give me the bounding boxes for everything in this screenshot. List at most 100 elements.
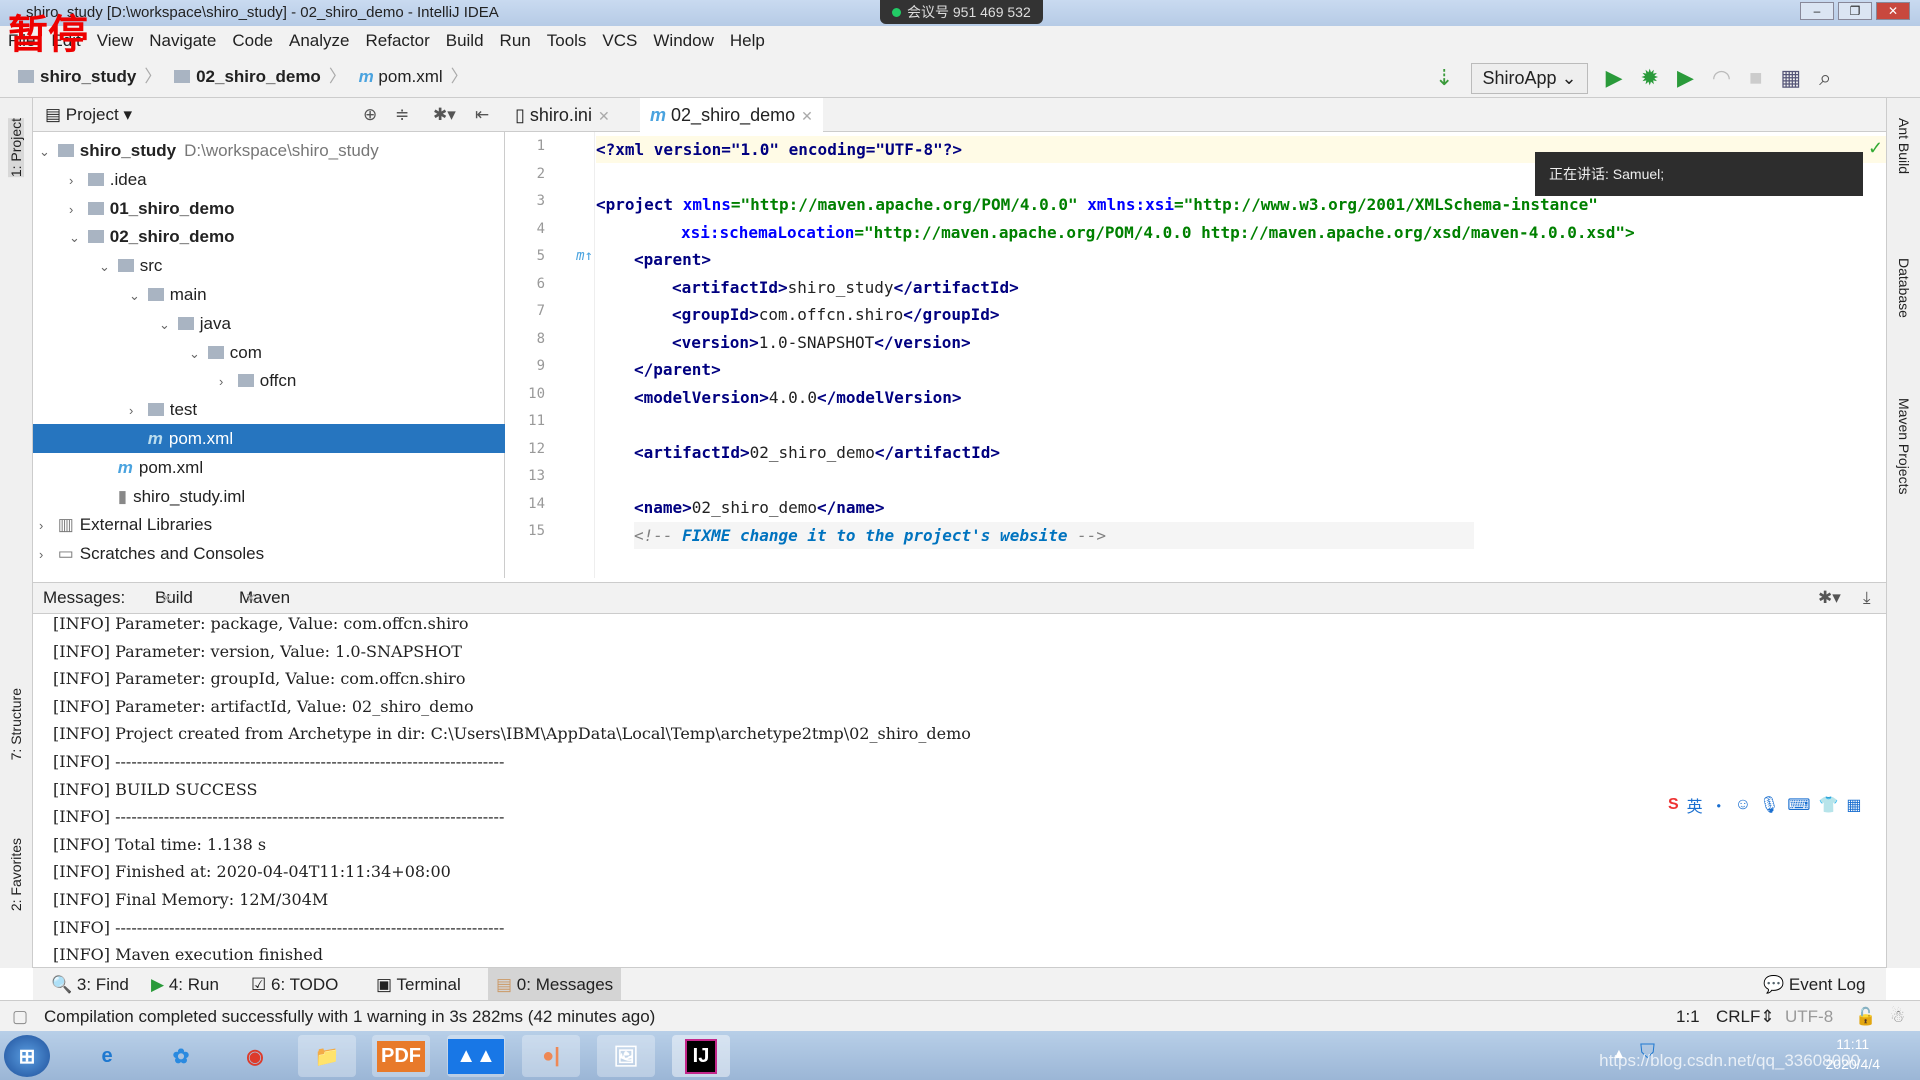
menu-view[interactable]: View <box>97 31 134 50</box>
tree-item[interactable]: ⌄ 02_shiro_demo <box>33 222 505 251</box>
clock[interactable]: 11:11 2020/4/4 <box>1826 1034 1881 1074</box>
messages-console[interactable]: [INFO] Parameter: package, Value: com.of… <box>33 614 1886 966</box>
chevron-right-icon[interactable]: › <box>39 511 53 540</box>
lock-icon[interactable]: 🔓 <box>1855 1001 1876 1032</box>
project-view-select[interactable]: Project <box>66 105 119 124</box>
tab-shiro-ini[interactable]: ▯ shiro.ini ✕ <box>505 98 620 132</box>
tree-item[interactable]: › .idea <box>33 165 505 194</box>
keyboard-icon[interactable]: ⌨ <box>1787 795 1810 815</box>
mic-icon[interactable]: 🎙 <box>1759 795 1779 815</box>
menu-help[interactable]: Help <box>730 31 765 50</box>
project-structure-icon[interactable]: ▦ <box>1780 65 1801 91</box>
minimize-button[interactable]: – <box>1800 2 1834 20</box>
run-config-select[interactable]: ShiroApp ⌄ <box>1471 62 1588 94</box>
coverage-icon[interactable]: ▶ <box>1677 65 1694 91</box>
tool-run[interactable]: ▶ 4: Run <box>143 968 227 1001</box>
tab-02-shiro-demo[interactable]: m 02_shiro_demo ✕ <box>640 98 823 132</box>
tool-project[interactable]: 1: Project <box>8 118 24 178</box>
inspection-ok-icon[interactable]: ✓ <box>1868 138 1883 159</box>
menu-tools[interactable]: Tools <box>547 31 587 50</box>
breadcrumb-02-shiro-demo[interactable]: 02_shiro_demo <box>196 67 321 86</box>
gear-icon[interactable]: ✱▾ <box>1818 583 1841 613</box>
close-tab-icon[interactable]: ✕ <box>245 583 257 613</box>
intellij-icon[interactable]: IJ <box>672 1035 730 1077</box>
ime-language[interactable]: 英 <box>1687 793 1703 817</box>
chevron-down-icon[interactable]: ⌄ <box>189 339 203 368</box>
skin-icon[interactable]: 👕 <box>1818 795 1838 815</box>
sort-icon[interactable]: ⇣ <box>1435 65 1453 91</box>
tree-item[interactable]: › offcn <box>33 366 505 395</box>
sogou-icon[interactable]: S <box>1668 796 1679 814</box>
chevron-down-icon[interactable]: ⌄ <box>69 223 83 252</box>
caret-position[interactable]: 1:1 <box>1676 1001 1700 1032</box>
inspector-icon[interactable]: ☃ <box>1890 1001 1905 1032</box>
run-icon[interactable]: ▶ <box>1606 65 1623 91</box>
chevron-right-icon[interactable]: › <box>129 396 143 425</box>
tool-messages[interactable]: ▤ 0: Messages <box>488 968 622 1001</box>
debug-icon[interactable]: ✹ <box>1641 65 1659 91</box>
tool-structure[interactable]: 7: Structure <box>8 688 24 760</box>
collapse-icon[interactable]: ≑ <box>395 98 409 132</box>
tool-terminal[interactable]: ▣ Terminal <box>368 968 469 1001</box>
chevron-down-icon[interactable]: ⌄ <box>159 310 173 339</box>
menu-window[interactable]: Window <box>653 31 713 50</box>
baidu-netdisk-icon[interactable]: ✿ <box>152 1035 210 1077</box>
menu-navigate[interactable]: Navigate <box>149 31 216 50</box>
chevron-right-icon[interactable]: › <box>39 540 53 569</box>
tool-todo[interactable]: ☑ 6: TODO <box>243 968 346 1001</box>
app-orange-icon[interactable]: ●| <box>522 1035 580 1077</box>
line-separator[interactable]: CRLF⇕ <box>1716 1001 1775 1032</box>
gear-icon[interactable]: ✱▾ <box>433 98 456 132</box>
ie-icon[interactable]: e <box>78 1035 136 1077</box>
emoji-icon[interactable]: ☺ <box>1735 796 1751 814</box>
tool-ant-build[interactable]: Ant Build <box>1896 118 1912 174</box>
tool-database[interactable]: Database <box>1896 258 1912 318</box>
chevron-right-icon[interactable]: › <box>69 166 83 195</box>
file-encoding[interactable]: UTF-8 <box>1785 1001 1833 1032</box>
pdf-icon[interactable]: PDF <box>372 1035 430 1077</box>
breadcrumb-shiro-study[interactable]: shiro_study <box>40 67 136 86</box>
tree-item[interactable]: ⌄ shiro_study D:\workspace\shiro_study <box>33 136 505 165</box>
tree-item[interactable]: › ▥ External Libraries <box>33 510 505 539</box>
menu-refactor[interactable]: Refactor <box>365 31 429 50</box>
close-tab-icon[interactable]: ✕ <box>598 108 610 124</box>
grid-icon[interactable]: ▦ <box>1846 795 1861 815</box>
tree-item[interactable]: ⌄ java <box>33 309 505 338</box>
event-log-button[interactable]: 💬 Event Log <box>1755 968 1873 1001</box>
explorer-icon[interactable]: 📁 <box>298 1035 356 1077</box>
chevron-down-icon[interactable]: ⌄ <box>39 137 53 166</box>
app-blue-icon[interactable]: ▲▲ <box>447 1035 505 1077</box>
maven-parent-gutter-icon[interactable]: m↑ <box>553 248 593 264</box>
chevron-right-icon[interactable]: › <box>219 367 233 396</box>
panel-toggle-icon[interactable]: ▢ <box>12 1001 28 1032</box>
tree-item[interactable]: › 01_shiro_demo <box>33 194 505 223</box>
chevron-down-icon[interactable]: ⌄ <box>129 281 143 310</box>
menu-vcs[interactable]: VCS <box>602 31 637 50</box>
menu-analyze[interactable]: Analyze <box>289 31 349 50</box>
tool-maven-projects[interactable]: Maven Projects <box>1896 398 1912 494</box>
chevron-right-icon[interactable]: › <box>69 195 83 224</box>
locate-icon[interactable]: ⊕ <box>363 98 377 132</box>
close-tab-icon[interactable]: ✕ <box>801 108 813 124</box>
tree-item[interactable]: ⌄ main <box>33 280 505 309</box>
close-tab-icon[interactable]: ✕ <box>161 583 173 613</box>
menu-code[interactable]: Code <box>232 31 273 50</box>
menu-build[interactable]: Build <box>446 31 484 50</box>
chevron-down-icon[interactable]: ⌄ <box>99 252 113 281</box>
tree-item[interactable]: ⌄ src <box>33 251 505 280</box>
tree-item[interactable]: m pom.xml <box>33 424 505 453</box>
minimize-panel-icon[interactable]: ⤓ <box>1863 583 1871 613</box>
close-button[interactable]: ✕ <box>1876 2 1910 20</box>
tree-item[interactable]: › test <box>33 395 505 424</box>
tree-item[interactable]: ▮ shiro_study.iml <box>33 482 505 511</box>
punctuation-icon[interactable]: ・ <box>1711 793 1727 817</box>
search-icon[interactable]: ⌕ <box>1819 65 1831 91</box>
tree-item[interactable]: › ▭ Scratches and Consoles <box>33 539 505 568</box>
start-icon[interactable]: ⊞ <box>4 1035 50 1077</box>
breadcrumb-pom-xml[interactable]: pom.xml <box>378 67 442 86</box>
profile-icon[interactable]: ◠ <box>1712 65 1731 91</box>
chrome-icon[interactable]: ◉ <box>226 1035 284 1077</box>
photos-icon[interactable]: 🖼 <box>597 1035 655 1077</box>
stop-icon[interactable]: ■ <box>1749 65 1762 91</box>
tree-item[interactable]: m pom.xml <box>33 453 505 482</box>
